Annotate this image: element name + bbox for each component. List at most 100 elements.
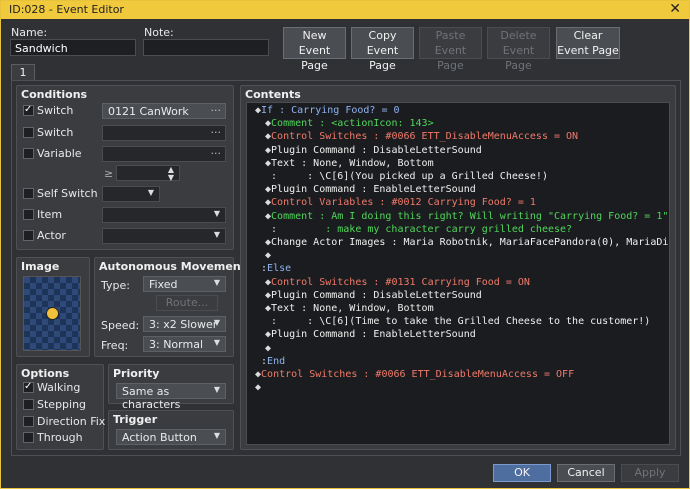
command-text: Plugin Command : DisableLetterSound [271, 144, 482, 156]
command-line[interactable]: ◆Plugin Command : EnableLetterSound [265, 329, 476, 340]
copy-button-line1: Copy [368, 29, 397, 42]
command-marker: : [265, 223, 278, 235]
clear-button-line2: Event Page [557, 44, 619, 57]
command-line[interactable]: ◆Plugin Command : DisableLetterSound [265, 290, 482, 301]
command-line[interactable]: ◆Comment : Am I doing this right? Will w… [265, 211, 668, 222]
new-event-page-button[interactable]: New Event Page [283, 27, 346, 72]
delete-event-page-button[interactable]: Delete Event Page [487, 27, 550, 72]
trigger-value: Action Button [122, 431, 197, 444]
switch1-checkbox[interactable] [23, 104, 34, 116]
actor-select[interactable]: ▼ [102, 228, 226, 244]
cancel-button[interactable]: Cancel [557, 464, 615, 482]
command-text: Comment : <actionIcon: 143> [271, 118, 434, 130]
walking-checkbox[interactable] [23, 381, 34, 393]
command-text: Control Variables : #0012 Carrying Food?… [271, 197, 536, 209]
switch2-checkbox[interactable] [23, 127, 34, 138]
command-line[interactable]: : : make my character carry grilled chee… [265, 224, 572, 235]
clear-button-line1: Clear [573, 29, 603, 42]
close-icon[interactable]: ✕ [669, 1, 681, 17]
command-line[interactable]: ◆Change Actor Images : Maria Robotnik, M… [265, 237, 669, 248]
command-text: Comment : Am I doing this right? Will wr… [271, 210, 669, 222]
command-text: Control Switches : #0131 Carrying Food =… [271, 276, 530, 288]
command-marker: ◆ [265, 250, 272, 262]
speed-select[interactable]: 3: x2 Slower ▼ [143, 316, 226, 332]
command-line[interactable]: : : \C[6](Time to take the Grilled Chees… [265, 316, 650, 327]
priority-value: Same as characters [122, 385, 181, 411]
type-select[interactable]: Fixed ▼ [143, 276, 226, 292]
options-title: Options [21, 367, 70, 380]
command-line[interactable]: ◆ [265, 343, 271, 354]
command-line[interactable]: ◆Text : None, Window, Bottom [265, 158, 434, 169]
command-text: Change Actor Images : Maria Robotnik, Ma… [271, 237, 669, 248]
command-marker: : [255, 263, 268, 275]
command-text: Plugin Command : DisableLetterSound [271, 289, 482, 301]
actor-checkbox[interactable] [23, 230, 34, 241]
command-line[interactable]: ◆Plugin Command : DisableLetterSound [265, 145, 482, 156]
command-line[interactable]: ◆Text : None, Window, Bottom [265, 303, 434, 314]
copy-event-page-button[interactable]: Copy Event Page [351, 27, 414, 72]
route-button[interactable]: Route... [156, 295, 218, 311]
command-text: Plugin Command : EnableLetterSound [271, 184, 476, 196]
trigger-select[interactable]: Action Button ▼ [116, 429, 226, 445]
direction-fix-checkbox[interactable] [23, 416, 34, 427]
tab-page-1[interactable]: 1 [11, 64, 35, 81]
command-marker: : [255, 355, 268, 367]
copy-button-line2: Event Page [366, 44, 399, 72]
command-line[interactable]: :Else [255, 263, 291, 274]
switch2-label: Switch [37, 126, 74, 139]
freq-value: 3: Normal [149, 338, 204, 351]
variable-select[interactable]: ··· [102, 146, 226, 162]
command-line[interactable]: ◆Control Variables : #0012 Carrying Food… [265, 197, 536, 208]
note-field[interactable] [143, 39, 269, 56]
command-line[interactable]: ◆Control Switches : #0066 ETT_DisableMen… [255, 369, 574, 380]
ellipsis-icon: ··· [210, 126, 222, 139]
chevron-down-icon: ▼ [213, 318, 220, 327]
variable-number-stepper[interactable]: ▲ ▼ [116, 165, 180, 182]
chevron-down-icon: ▼ [147, 188, 154, 197]
switch2-select[interactable]: ··· [102, 125, 226, 141]
name-field[interactable]: Sandwich [10, 39, 136, 56]
chevron-down-icon: ▼ [213, 230, 220, 239]
command-line[interactable]: ◆Plugin Command : EnableLetterSound [265, 184, 476, 195]
command-text: Control Switches : #0066 ETT_DisableMenu… [271, 131, 579, 143]
type-value: Fixed [149, 278, 178, 291]
self-switch-checkbox[interactable] [23, 188, 34, 199]
paste-event-page-button[interactable]: Paste Event Page [419, 27, 482, 72]
switch1-label: Switch [37, 104, 74, 117]
apply-button[interactable]: Apply [621, 464, 679, 482]
command-line[interactable]: :End [255, 356, 285, 367]
stepping-checkbox[interactable] [23, 399, 34, 410]
variable-checkbox[interactable] [23, 148, 34, 159]
command-line[interactable]: ◆Control Switches : #0066 ETT_DisableMen… [265, 131, 578, 142]
contents-list[interactable]: ◆If : Carrying Food? = 0 ◆Comment : <acti… [246, 102, 670, 445]
item-select[interactable]: ▼ [102, 207, 226, 223]
sandwich-icon [46, 307, 59, 320]
command-text: Text : None, Window, Bottom [271, 303, 434, 314]
chevron-down-icon: ▼ [213, 209, 220, 218]
ok-button[interactable]: OK [493, 464, 551, 482]
type-label: Type: [101, 279, 130, 292]
command-marker: : [265, 171, 278, 182]
item-checkbox[interactable] [23, 209, 34, 220]
command-line[interactable]: ◆Comment : <actionIcon: 143> [265, 118, 434, 129]
command-line[interactable]: ◆If : Carrying Food? = 0 [255, 105, 400, 116]
command-line[interactable]: : : \C[6](You picked up a Grilled Cheese… [265, 171, 548, 182]
freq-select[interactable]: 3: Normal ▼ [143, 336, 226, 352]
command-line[interactable]: ◆ [255, 382, 261, 393]
contents-title: Contents [245, 88, 301, 101]
self-switch-select[interactable]: ▼ [102, 186, 160, 202]
clear-event-page-button[interactable]: Clear Event Page [556, 27, 620, 59]
command-line[interactable]: ◆Control Switches : #0131 Carrying Food … [265, 277, 530, 288]
ellipsis-icon: ··· [210, 147, 222, 160]
through-checkbox[interactable] [23, 432, 34, 443]
image-title: Image [21, 260, 60, 273]
window-title: ID:028 - Event Editor [9, 3, 124, 16]
new-button-line2: Event Page [298, 44, 331, 72]
stepper-down-icon[interactable]: ▼ [168, 173, 174, 182]
command-text: : make my character carry grilled cheese… [277, 223, 573, 235]
command-line[interactable]: ◆ [265, 250, 271, 261]
priority-select[interactable]: Same as characters ▼ [116, 383, 226, 411]
switch1-select[interactable]: 0121 CanWork ··· [102, 103, 226, 119]
chevron-down-icon: ▼ [213, 385, 220, 394]
event-image[interactable] [23, 276, 81, 351]
